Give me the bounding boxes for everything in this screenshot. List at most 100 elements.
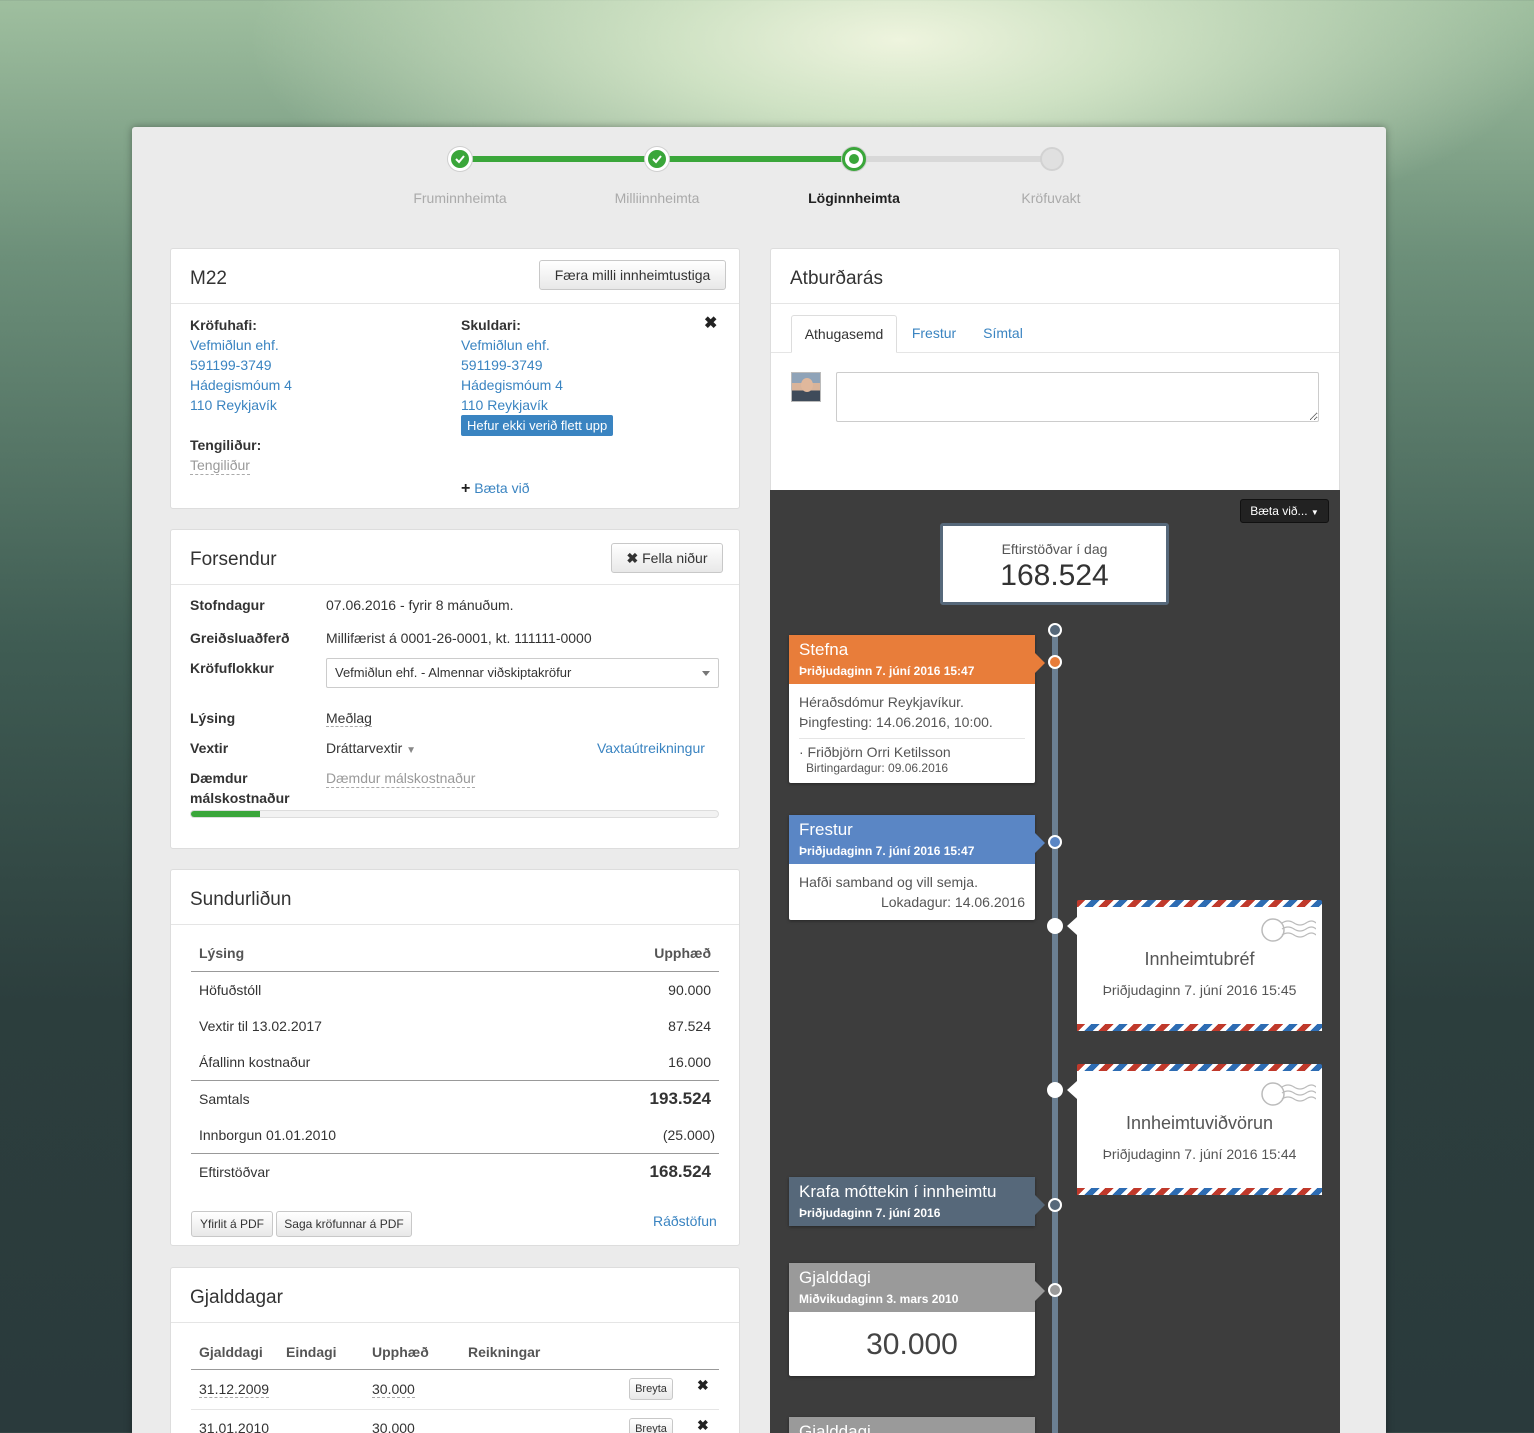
- tab-phone[interactable]: Símtal: [971, 315, 1035, 353]
- timeline-node: [1048, 1198, 1062, 1212]
- event-date: Þriðjudaginn 7. júní 2016 15:47: [799, 844, 975, 858]
- avatar-face: [801, 378, 813, 392]
- letter-card-collection-letter[interactable]: Innheimtubréf Þriðjudaginn 7. júní 2016 …: [1067, 900, 1322, 1031]
- letter-title: Innheimtubréf: [1144, 949, 1255, 969]
- event-publish-date: Birtingardagur: 09.06.2016: [806, 761, 949, 775]
- event-date: Þriðjudaginn 7. júní 2016: [799, 1206, 941, 1220]
- due-amount-field[interactable]: 30.000: [372, 1381, 415, 1398]
- table-row-amount: 16.000: [668, 1054, 711, 1070]
- event-card-summons[interactable]: Stefna Þriðjudaginn 7. júní 2016 15:47 H…: [789, 635, 1045, 783]
- remove-debtor-close-icon[interactable]: ✖: [704, 313, 717, 333]
- event-title: Krafa móttekin í innheimtu: [799, 1182, 997, 1201]
- letter-date: Þriðjudaginn 7. júní 2016 15:44: [1102, 1146, 1297, 1162]
- description-value[interactable]: Meðlag: [326, 710, 372, 727]
- divider: [171, 924, 739, 925]
- creditor-city-link[interactable]: 110 Reykjavík: [190, 397, 277, 413]
- balance-today-box: Eftirstöðvar í dag 168.524: [940, 523, 1169, 605]
- interest-calculation-link[interactable]: Vaxtaútreikningur: [597, 740, 705, 756]
- step-dot-milliinnheimta[interactable]: [645, 147, 669, 171]
- event-card-deadline[interactable]: Frestur Þriðjudaginn 7. júní 2016 15:47 …: [789, 815, 1045, 920]
- divider: [799, 738, 1025, 739]
- interest-value: Dráttarvextir: [326, 740, 403, 756]
- add-event-dropdown-button[interactable]: Bæta við... ▼: [1240, 499, 1329, 523]
- created-value: 07.06.2016 - fyrir 8 mánuðum.: [326, 597, 514, 613]
- step-dot-krofuvakt[interactable]: [1040, 147, 1064, 171]
- move-stage-button[interactable]: Færa milli innheimtustiga: [539, 260, 726, 290]
- creditor-street-link[interactable]: Hádegismóum 4: [190, 377, 292, 393]
- timeline-node: [1047, 918, 1063, 934]
- letter-card-collection-warning[interactable]: Innheimtuviðvörun Þriðjudaginn 7. júní 2…: [1067, 1064, 1322, 1195]
- awarded-costs-field[interactable]: Dæmdur málskostnaður: [326, 770, 476, 788]
- creditor-name-link[interactable]: Vefmiðlun ehf.: [190, 337, 279, 353]
- step-label-fruminnheimta[interactable]: Fruminnheimta: [370, 190, 550, 206]
- add-debtor-link[interactable]: + Bæta við: [461, 480, 529, 498]
- balance-value: 168.524: [649, 1162, 711, 1181]
- event-line: Þingfesting: 14.06.2016, 10:00.: [799, 714, 993, 730]
- divider: [191, 971, 719, 972]
- costs-label-line2: málskostnaður: [190, 790, 290, 806]
- edit-due-button[interactable]: Breyta: [629, 1418, 673, 1433]
- event-body: Hafði samband og vill semja. Lokadagur: …: [789, 864, 1035, 920]
- delete-due-close-icon[interactable]: ✖: [697, 1417, 709, 1433]
- debtor-kt-link[interactable]: 591199-3749: [461, 357, 542, 373]
- due-header-amount: Upphæð: [372, 1344, 429, 1360]
- debtor-city-link[interactable]: 110 Reykjavík: [461, 397, 548, 413]
- event-person: · Friðbjörn Orri Ketilsson: [799, 744, 951, 760]
- divider: [191, 1153, 719, 1154]
- due-date-field[interactable]: 31.12.2009: [199, 1381, 270, 1398]
- due-amount-field[interactable]: 30.000: [372, 1420, 415, 1433]
- timeline-node: [1047, 1082, 1063, 1098]
- step-label-milliinnheimta[interactable]: Milliinnheimta: [567, 190, 747, 206]
- payment-method-value: Millifærist á 0001-26-0001, kt. 111111-0…: [326, 630, 592, 646]
- event-header: Frestur Þriðjudaginn 7. júní 2016 15:47: [789, 815, 1045, 864]
- premises-title: Forsendur: [190, 549, 277, 570]
- lookup-status-badge[interactable]: Hefur ekki verið flett upp: [461, 415, 614, 436]
- due-date-field[interactable]: 31.01.2010: [199, 1420, 269, 1433]
- tab-deadline[interactable]: Frestur: [901, 315, 967, 353]
- debtor-street-link[interactable]: Hádegismóum 4: [461, 377, 563, 393]
- divider: [191, 1369, 719, 1370]
- edit-due-button[interactable]: Breyta: [629, 1378, 673, 1400]
- premises-progress-fill: [191, 811, 260, 817]
- airmail-border: [1077, 1188, 1322, 1195]
- tab-comment[interactable]: Athugasemd: [791, 315, 897, 353]
- event-header: Stefna Þriðjudaginn 7. júní 2016 15:47: [789, 635, 1045, 684]
- collapse-button[interactable]: ✖ Fella niður: [611, 543, 723, 573]
- timeline-node: [1048, 1283, 1062, 1297]
- event-card-due-date[interactable]: Gjalddagi Miðvikudaginn 3. mars 2010 30.…: [789, 1263, 1045, 1376]
- postmark-icon: [1261, 1082, 1316, 1106]
- breakdown-title: Sundurliðun: [190, 889, 292, 910]
- delete-due-close-icon[interactable]: ✖: [697, 1377, 709, 1394]
- step-label-loginnheimta[interactable]: Löginnheimta: [764, 190, 944, 206]
- debtor-name-link[interactable]: Vefmiðlun ehf.: [461, 337, 550, 353]
- step-dot-fruminnheimta[interactable]: [448, 147, 472, 171]
- step-label-krofuvakt[interactable]: Kröfuvakt: [961, 190, 1141, 206]
- timeline-node: [1048, 835, 1062, 849]
- event-body: Héraðsdómur Reykjavíkur. Þingfesting: 14…: [789, 684, 1035, 783]
- interest-dropdown[interactable]: Dráttarvextir ▼: [326, 740, 416, 756]
- history-pdf-button[interactable]: Saga kröfunnar á PDF: [276, 1211, 412, 1237]
- category-select[interactable]: Vefmiðlun ehf. - Almennar viðskiptakröfu…: [326, 658, 719, 688]
- event-card-due-date[interactable]: Gjalddagi: [789, 1417, 1035, 1433]
- main-container: Fruminnheimta Milliinnheimta Löginnheimt…: [132, 127, 1386, 1433]
- event-date: Þriðjudaginn 7. júní 2016 15:47: [799, 664, 975, 678]
- overview-pdf-button[interactable]: Yfirlit á PDF: [191, 1211, 273, 1237]
- event-card-claim-received[interactable]: Krafa móttekin í innheimtu Þriðjudaginn …: [789, 1177, 1045, 1226]
- step-dot-loginnheimta[interactable]: [842, 147, 866, 171]
- allocate-link[interactable]: Ráðstöfun: [653, 1213, 717, 1229]
- plus-icon: +: [461, 480, 471, 497]
- contact-field[interactable]: Tengiliður: [190, 457, 250, 475]
- balance-today-label: Eftirstöðvar í dag: [1001, 541, 1108, 557]
- comment-input[interactable]: [836, 372, 1319, 422]
- category-select-value: Vefmiðlun ehf. - Almennar viðskiptakröfu…: [335, 665, 572, 680]
- breakdown-header-amount: Upphæð: [654, 945, 711, 961]
- table-row-amount: 87.524: [668, 1018, 711, 1034]
- collapse-label: Fella niður: [642, 550, 708, 566]
- divider: [191, 1080, 719, 1081]
- divider: [171, 584, 739, 585]
- event-date: Miðvikudaginn 3. mars 2010: [799, 1292, 959, 1306]
- add-debtor-label: Bæta við: [474, 480, 530, 496]
- total-value: 193.524: [649, 1089, 711, 1108]
- creditor-kt-link[interactable]: 591199-3749: [190, 357, 271, 373]
- balance-today-value: 168.524: [1000, 559, 1109, 592]
